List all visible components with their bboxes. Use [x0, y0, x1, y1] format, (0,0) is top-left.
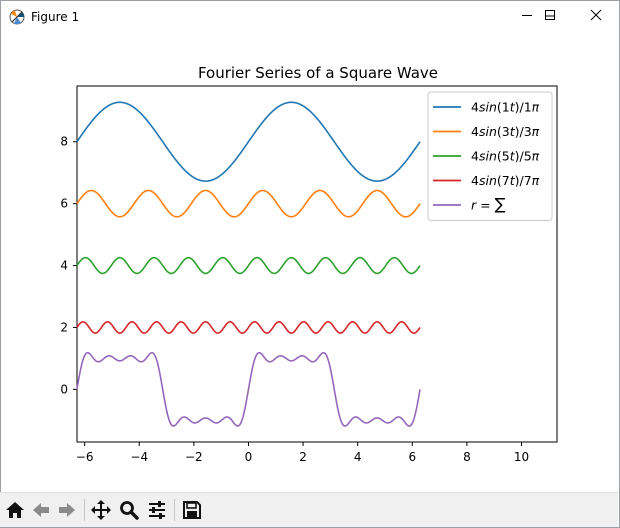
legend-label-part: π [532, 149, 540, 164]
back-button[interactable] [30, 499, 52, 521]
figure-canvas: Fourier Series of a Square Wave −6 −4 −2 0 2… [60, 64, 558, 464]
legend: 4sin(1t)/1π 4sin(3t)/3π 4sin(5t)/5π 4sin(7t… [427, 91, 553, 221]
legend-label-part: )/3 [515, 124, 532, 139]
x-tick-label: 2 [299, 450, 307, 464]
y-tick-label: 8 [60, 135, 68, 149]
legend-label: 4sin(3t)/3π [471, 124, 540, 139]
x-tick-label: 4 [354, 450, 362, 464]
toolbar-separator [84, 499, 85, 521]
legend-label: 4sin(5t)/5π [471, 149, 540, 164]
x-tick-label: 0 [245, 450, 253, 464]
legend-label-part: sin [479, 124, 497, 139]
forward-arrow-icon [59, 503, 75, 517]
forward-button[interactable] [56, 499, 78, 521]
chart-title: Fourier Series of a Square Wave [198, 64, 438, 82]
x-tick-label: −4 [130, 450, 148, 464]
legend-label-part: π [532, 173, 540, 188]
legend-label-part: (1 [497, 100, 510, 115]
configure-subplots-button[interactable] [146, 499, 168, 521]
y-tick-label: 6 [60, 197, 68, 211]
zoom-icon [120, 501, 139, 520]
zoom-button[interactable] [118, 499, 140, 521]
configure-subplots-icon [149, 501, 165, 519]
save-icon [183, 501, 201, 519]
legend-label-part: )/1 [515, 100, 532, 115]
series-line-5 [76, 351, 421, 427]
y-tick-label: 4 [60, 259, 68, 273]
legend-label-part: (7 [497, 173, 510, 188]
x-tick-label: −2 [185, 450, 203, 464]
toolbar-separator [174, 499, 175, 521]
y-tick-label: 0 [60, 382, 68, 396]
legend-label-part: π [532, 100, 540, 115]
x-tick-label: −6 [76, 450, 94, 464]
legend-label-part: 4 [471, 173, 479, 188]
legend-label: r = ∑ [471, 195, 506, 214]
close-icon [590, 9, 602, 21]
plot-lines [76, 101, 421, 427]
save-button[interactable] [181, 499, 203, 521]
x-tick-label: 6 [408, 450, 416, 464]
legend-label-part: 4 [471, 149, 479, 164]
series-line-3 [76, 256, 421, 275]
legend-label-part: )/7 [515, 173, 532, 188]
legend-label: 4sin(1t)/1π [471, 100, 540, 115]
legend-label-part: 4 [471, 124, 479, 139]
home-button[interactable] [4, 499, 26, 521]
y-tick-label: 2 [60, 320, 68, 334]
x-tick-label: 8 [463, 450, 471, 464]
x-tick-label: 10 [514, 450, 529, 464]
legend-label: 4sin(7t)/7π [471, 173, 540, 188]
legend-label-part: π [532, 124, 540, 139]
navigation-toolbar [0, 492, 618, 527]
legend-label-part: = [476, 198, 494, 213]
maximize-button[interactable] [527, 0, 573, 30]
legend-label-part: ∑ [495, 195, 506, 214]
pan-button[interactable] [90, 499, 112, 521]
home-icon [6, 502, 24, 518]
legend-label-part: (5 [497, 149, 510, 164]
maximize-icon [545, 10, 555, 20]
pan-icon [91, 500, 111, 520]
legend-label-part: sin [479, 100, 497, 115]
legend-label-part: sin [479, 173, 497, 188]
legend-label-part: 4 [471, 100, 479, 115]
series-line-2 [76, 189, 421, 218]
series-line-1 [76, 101, 421, 182]
window-controls [0, 0, 620, 32]
back-arrow-icon [33, 503, 49, 517]
close-button[interactable] [573, 0, 619, 30]
legend-label-part: (3 [497, 124, 510, 139]
legend-label-part: sin [479, 149, 497, 164]
series-line-4 [76, 321, 421, 334]
legend-label-part: )/5 [515, 149, 532, 164]
